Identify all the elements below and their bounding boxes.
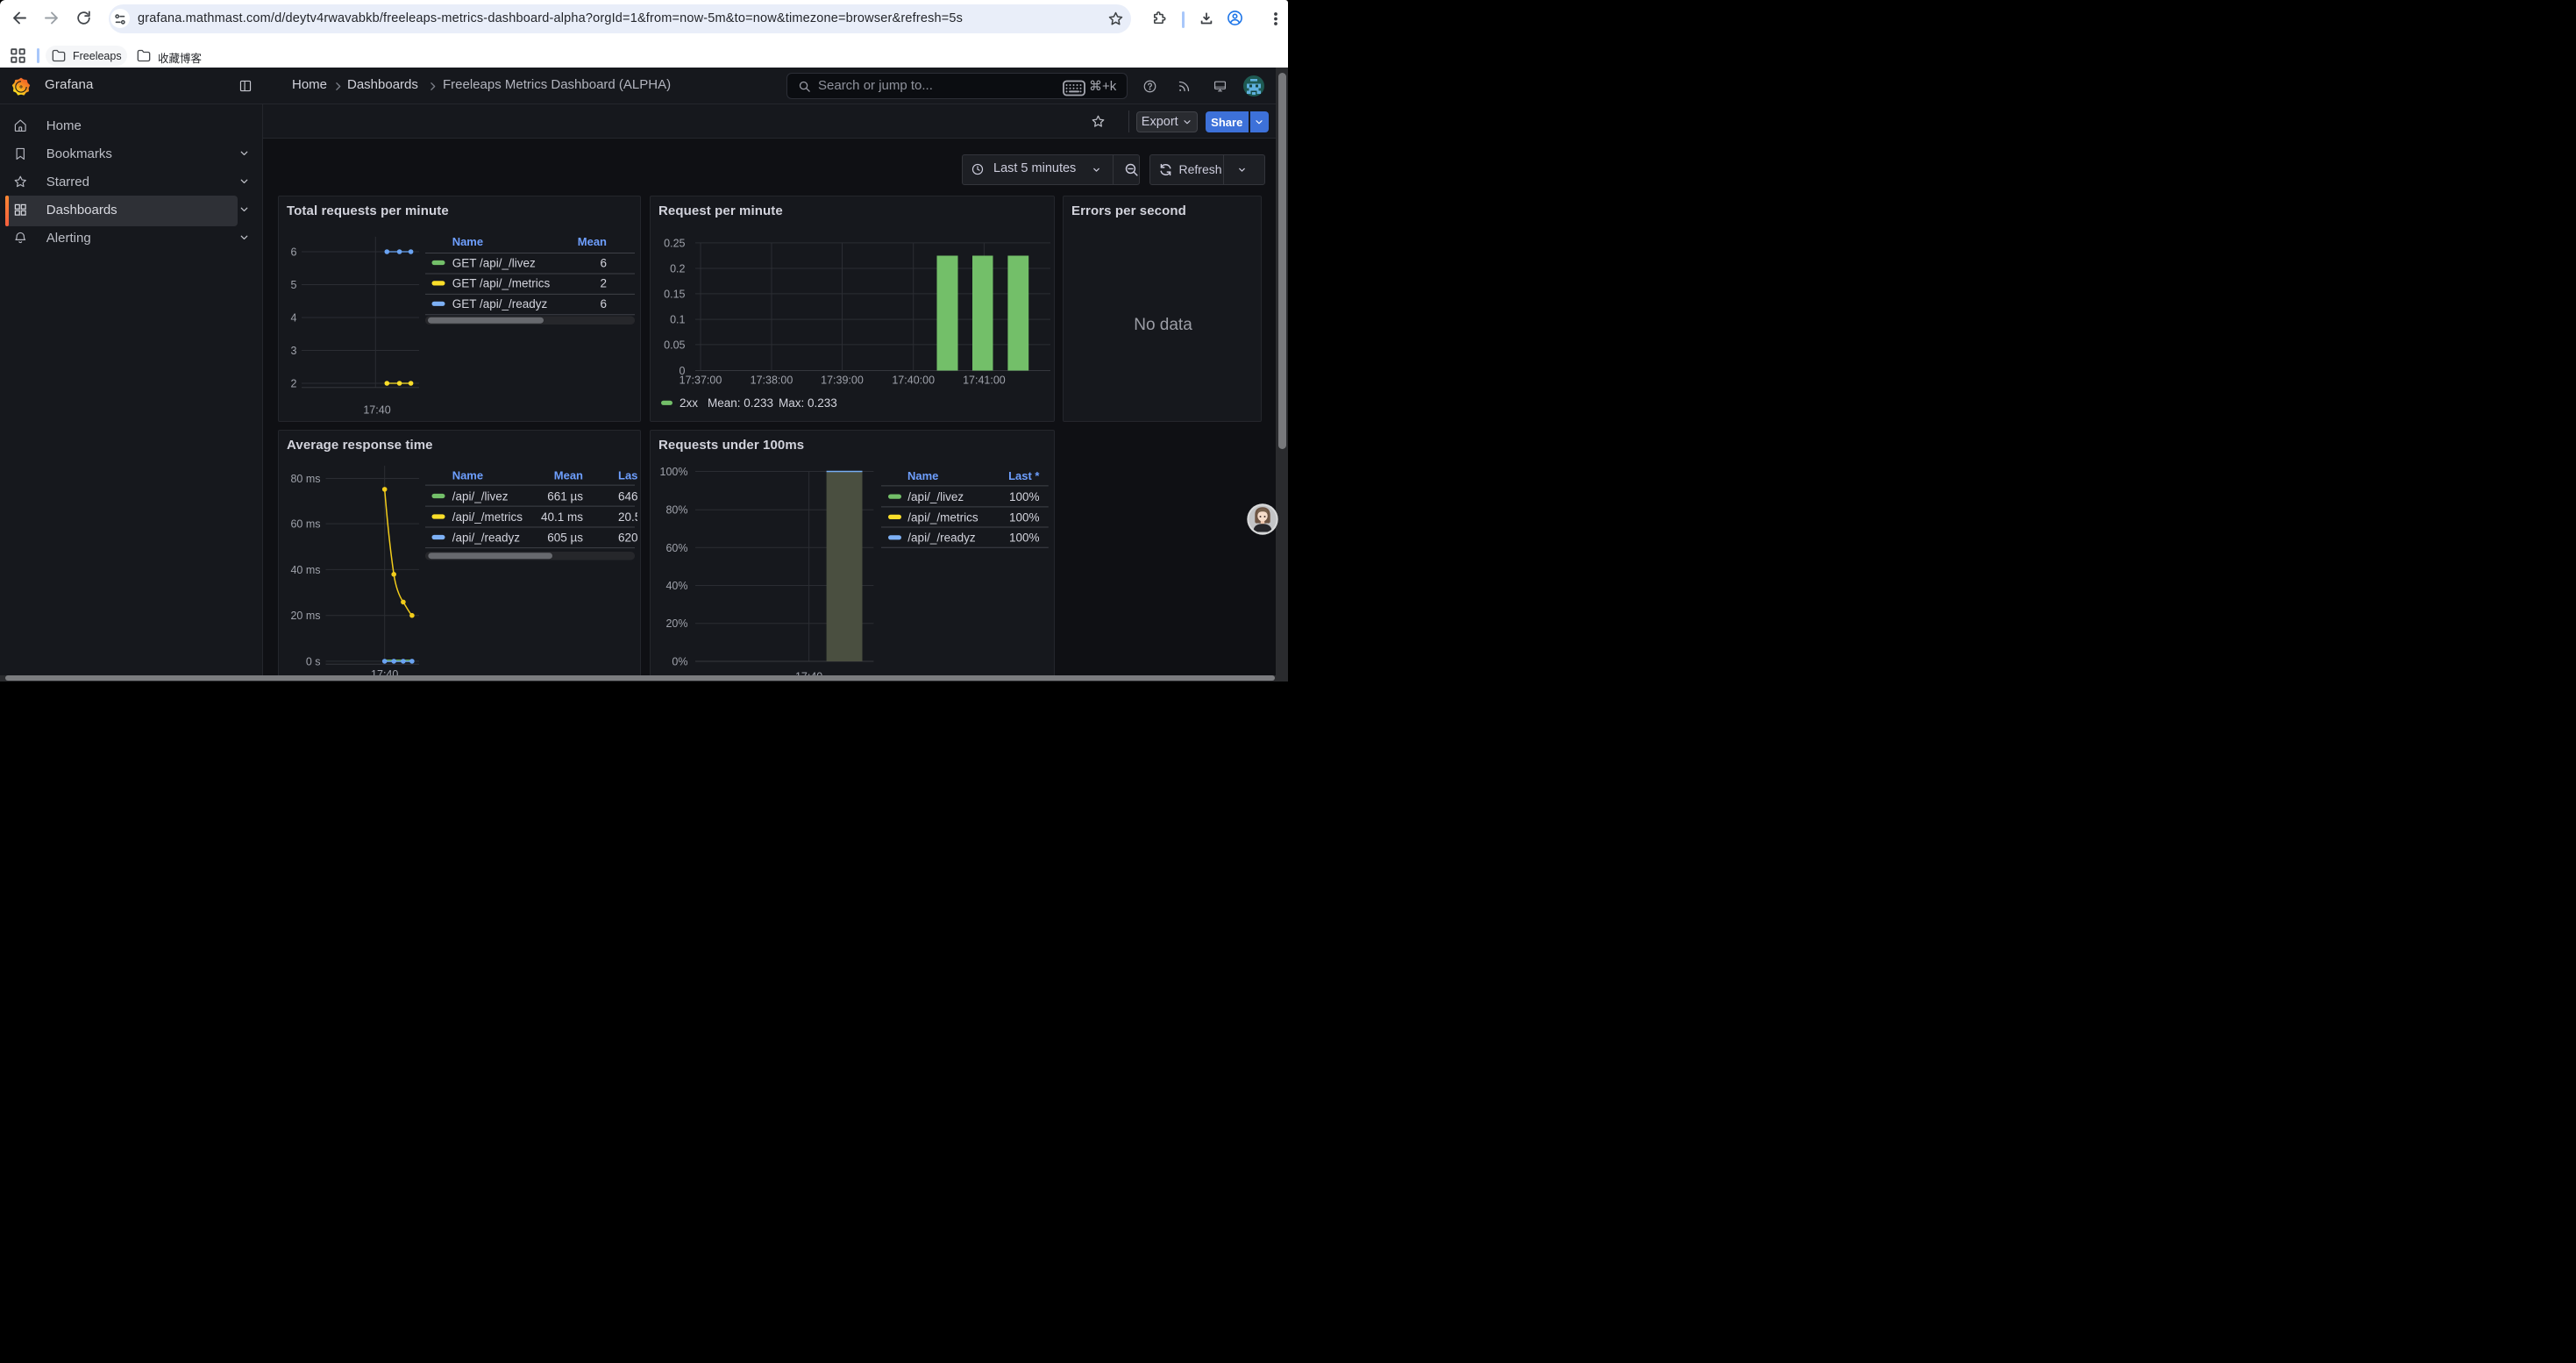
svg-text:60%: 60% bbox=[665, 542, 687, 554]
svg-text:0.2: 0.2 bbox=[670, 263, 685, 275]
svg-text:20.5 ms: 20.5 ms bbox=[618, 510, 641, 524]
svg-text:100%: 100% bbox=[1009, 490, 1040, 503]
svg-text:2: 2 bbox=[291, 378, 297, 390]
svg-text:Last *: Last * bbox=[1008, 469, 1040, 482]
svg-text:Mean: Mean bbox=[554, 469, 583, 482]
svg-text:0.15: 0.15 bbox=[664, 288, 685, 300]
svg-text:/api/_/readyz: /api/_/readyz bbox=[452, 532, 521, 545]
svg-text:17:39:00: 17:39:00 bbox=[821, 375, 864, 387]
svg-text:4: 4 bbox=[291, 312, 297, 325]
svg-text:Max: 0.233: Max: 0.233 bbox=[779, 396, 837, 410]
svg-text:0.1: 0.1 bbox=[670, 314, 685, 326]
svg-text:Last *: Last * bbox=[618, 469, 641, 482]
svg-text:40%: 40% bbox=[665, 580, 687, 592]
svg-text:Mean: 0.233: Mean: 0.233 bbox=[708, 396, 773, 410]
svg-text:3: 3 bbox=[291, 345, 297, 357]
svg-text:/api/_/readyz: /api/_/readyz bbox=[907, 532, 976, 545]
svg-text:100%: 100% bbox=[1009, 532, 1040, 545]
svg-text:Name: Name bbox=[452, 469, 483, 482]
svg-text:/api/_/metrics: /api/_/metrics bbox=[907, 510, 978, 524]
svg-text:80 ms: 80 ms bbox=[290, 473, 320, 485]
svg-text:6: 6 bbox=[600, 297, 607, 310]
svg-text:60 ms: 60 ms bbox=[290, 518, 320, 531]
svg-text:0%: 0% bbox=[672, 656, 687, 668]
svg-text:17:40:00: 17:40:00 bbox=[892, 375, 935, 387]
svg-text:Mean: Mean bbox=[578, 235, 607, 248]
svg-text:605 µs: 605 µs bbox=[547, 532, 583, 545]
svg-text:/api/_/livez: /api/_/livez bbox=[907, 490, 964, 503]
svg-text:6: 6 bbox=[600, 256, 607, 269]
svg-text:/api/_/livez: /api/_/livez bbox=[452, 490, 509, 503]
svg-text:0 s: 0 s bbox=[306, 655, 321, 667]
svg-text:661 µs: 661 µs bbox=[547, 490, 583, 503]
svg-text:17:41:00: 17:41:00 bbox=[963, 375, 1006, 387]
svg-text:GET /api/_/readyz: GET /api/_/readyz bbox=[452, 297, 548, 310]
svg-text:/api/_/metrics: /api/_/metrics bbox=[452, 510, 523, 524]
svg-text:17:37:00: 17:37:00 bbox=[680, 375, 722, 387]
svg-text:0.05: 0.05 bbox=[664, 339, 685, 351]
svg-text:GET /api/_/metrics: GET /api/_/metrics bbox=[452, 277, 551, 290]
svg-text:17:38:00: 17:38:00 bbox=[751, 375, 793, 387]
svg-text:646 µs: 646 µs bbox=[618, 490, 641, 503]
svg-text:20 ms: 20 ms bbox=[290, 610, 320, 622]
svg-text:2: 2 bbox=[600, 277, 607, 290]
svg-text:2xx: 2xx bbox=[680, 396, 698, 410]
svg-text:6: 6 bbox=[291, 246, 297, 259]
svg-text:620 µs: 620 µs bbox=[618, 532, 641, 545]
svg-text:40 ms: 40 ms bbox=[290, 564, 320, 576]
svg-text:0.25: 0.25 bbox=[664, 237, 685, 249]
svg-text:80%: 80% bbox=[665, 504, 687, 517]
svg-text:40.1 ms: 40.1 ms bbox=[541, 510, 583, 524]
svg-text:100%: 100% bbox=[1009, 510, 1040, 524]
svg-text:GET /api/_/livez: GET /api/_/livez bbox=[452, 256, 536, 269]
svg-text:Name: Name bbox=[907, 469, 938, 482]
svg-text:20%: 20% bbox=[665, 617, 687, 630]
svg-text:Name: Name bbox=[452, 235, 483, 248]
svg-text:5: 5 bbox=[291, 279, 297, 291]
svg-text:17:40: 17:40 bbox=[363, 404, 390, 417]
svg-text:100%: 100% bbox=[660, 466, 688, 478]
